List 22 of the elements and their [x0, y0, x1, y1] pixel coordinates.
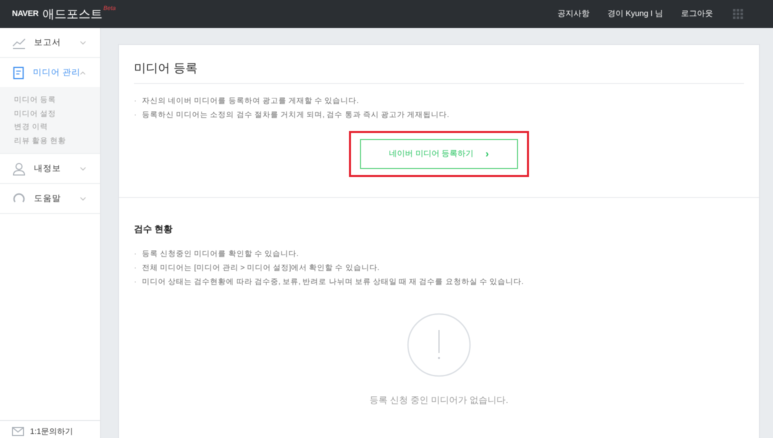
header-link[interactable]: 공지사항 [557, 8, 590, 20]
document-icon [12, 66, 26, 80]
section-title: 검수 현황 [134, 223, 174, 236]
envelope-icon [12, 427, 24, 436]
chevron-down-icon [80, 196, 86, 200]
header-link[interactable]: 로그아웃 [681, 8, 713, 20]
logo-text: NAVER [12, 8, 38, 20]
sidebar-menu-item[interactable]: 도움말 [0, 184, 100, 213]
chevron-down-icon [80, 166, 86, 170]
chevron-up-icon [80, 70, 86, 74]
apps-grid-icon[interactable] [733, 9, 743, 19]
line-chart-icon [12, 36, 26, 50]
header-link[interactable]: 경이 Kyung I 님 [607, 8, 663, 20]
sidebar-menu-item[interactable]: 보고서 [0, 28, 100, 57]
app-title: 애드포스트 [42, 6, 102, 23]
page-title: 미디어 등록 [134, 59, 744, 84]
exclamation-circle-icon [407, 312, 471, 376]
inquiry-button[interactable]: 1:1문의하기 [12, 427, 74, 436]
empty-message: 등록 신청 중인 미디어가 없습니다. [370, 394, 508, 406]
user-icon [12, 162, 26, 176]
chevron-down-icon [80, 40, 86, 44]
sidebar-menu-item[interactable]: 내정보 [0, 154, 100, 183]
